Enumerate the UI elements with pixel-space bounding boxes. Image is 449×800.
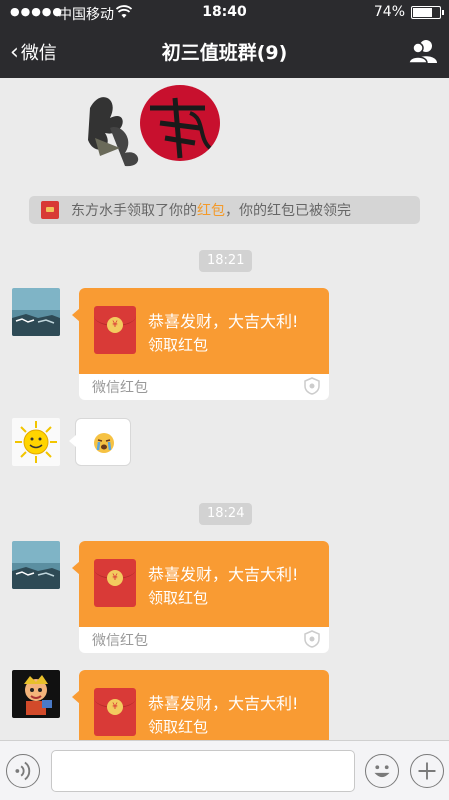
voice-icon[interactable] — [6, 754, 40, 788]
plus-icon[interactable] — [410, 754, 444, 788]
smiley-icon[interactable] — [365, 754, 399, 788]
avatar[interactable] — [12, 541, 60, 589]
red-packet-message[interactable]: ¥ 恭喜发财，大吉大利! 领取红包 — [72, 670, 329, 740]
red-packet-body: ¥ 恭喜发财，大吉大利! 领取红包 — [79, 670, 329, 740]
nav-bar: ‹ 微信 初三值班群(9) — [0, 26, 449, 78]
status-bar: ●●●●● 中国移动 18:40 74% — [0, 0, 449, 26]
notice-text-before: 东方水手领取了你的 — [71, 203, 197, 219]
red-packet-claim: 领取红包 — [148, 336, 209, 354]
battery-icon — [411, 6, 444, 19]
notice-red-packet-link[interactable]: 红包 — [197, 200, 225, 220]
red-packet-brand: 微信红包 — [92, 380, 148, 396]
avatar[interactable] — [12, 418, 60, 466]
bubble-tail — [72, 561, 80, 575]
shield-icon — [304, 630, 320, 648]
bubble-tail — [72, 690, 80, 704]
chat-title: 初三值班群(9) — [161, 42, 288, 64]
system-notice: 东方水手领取了你的 红包 ，你的红包已被领完 — [29, 196, 420, 224]
envelope-icon: ¥ — [94, 559, 136, 607]
battery-percent: 74% — [373, 4, 405, 20]
crying-emoji-icon — [94, 433, 114, 453]
bubble-tail — [72, 308, 80, 322]
red-packet-brand: 微信红包 — [92, 633, 148, 649]
red-packet-wish: 恭喜发财，大吉大利! — [148, 312, 299, 331]
red-packet-claim: 领取红包 — [148, 589, 209, 607]
chat-area[interactable]: 东方水手领取了你的 红包 ，你的红包已被领完 18:21 ¥ 恭喜发财，大吉大利… — [0, 78, 449, 740]
battery-level-fill — [413, 8, 433, 17]
message-input[interactable] — [51, 750, 355, 792]
group-profile-icon[interactable] — [409, 38, 437, 64]
sticker-image[interactable] — [80, 78, 230, 170]
red-packet-body: ¥ 恭喜发财，大吉大利! 领取红包 — [79, 541, 329, 627]
red-packet-claim: 领取红包 — [148, 718, 209, 736]
envelope-icon: ¥ — [94, 688, 136, 736]
bubble-tail — [69, 435, 76, 447]
timestamp: 18:24 — [199, 503, 253, 525]
input-bar — [0, 740, 449, 800]
red-packet-wish: 恭喜发财，大吉大利! — [148, 694, 299, 713]
red-packet-message[interactable]: ¥ 恭喜发财，大吉大利! 领取红包 微信红包 — [72, 288, 329, 400]
red-packet-wish: 恭喜发财，大吉大利! — [148, 565, 299, 584]
red-packet-message[interactable]: ¥ 恭喜发财，大吉大利! 领取红包 微信红包 — [72, 541, 329, 653]
red-packet-icon — [41, 201, 59, 219]
shield-icon — [304, 377, 320, 395]
top-bar: ●●●●● 中国移动 18:40 74% ‹ 微信 初三值班群(9) — [0, 0, 449, 78]
timestamp: 18:21 — [199, 250, 253, 272]
notice-text-after: ，你的红包已被领完 — [225, 203, 351, 219]
emoji-message[interactable] — [69, 418, 131, 466]
envelope-icon: ¥ — [94, 306, 136, 354]
red-packet-body: ¥ 恭喜发财，大吉大利! 领取红包 — [79, 288, 329, 374]
avatar[interactable] — [12, 670, 60, 718]
avatar[interactable] — [12, 288, 60, 336]
